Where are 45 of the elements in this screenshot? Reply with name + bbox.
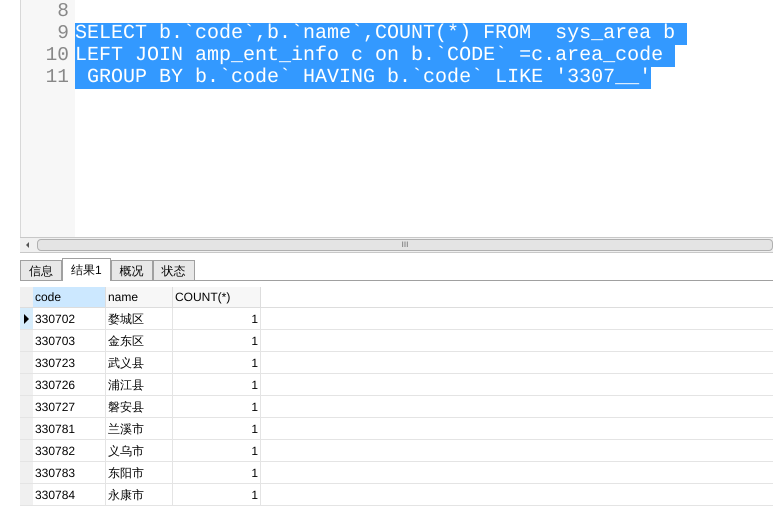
table-cell: 1: [173, 374, 261, 395]
horizontal-scrollbar[interactable]: III: [20, 237, 773, 253]
table-cell: 1: [173, 484, 261, 505]
table-cell: 1: [173, 396, 261, 417]
table-cell: 330784: [33, 484, 106, 505]
corner-cell: [20, 287, 33, 307]
scroll-grip: III: [402, 241, 408, 249]
table-cell: 1: [173, 352, 261, 373]
table-cell: 330726: [33, 374, 106, 395]
column-header[interactable]: code: [33, 287, 106, 307]
column-header[interactable]: COUNT(*): [173, 287, 261, 307]
table-cell: 330783: [33, 462, 106, 483]
table-cell: 婺城区: [106, 308, 173, 329]
column-header[interactable]: name: [106, 287, 173, 307]
table-cell: 浦江县: [106, 374, 173, 395]
table-cell: 义乌市: [106, 440, 173, 461]
result-tab[interactable]: 概况: [110, 260, 153, 280]
table-cell: 1: [173, 330, 261, 351]
line-number: 9: [56, 22, 70, 44]
table-cell: 1: [173, 418, 261, 439]
table-cell: 兰溪市: [106, 418, 173, 439]
table-cell: 永康市: [106, 484, 173, 505]
current-row-icon: [24, 314, 29, 324]
table-cell: 1: [173, 462, 261, 483]
table-cell: 330782: [33, 440, 106, 461]
table-cell: 东阳市: [106, 462, 173, 483]
table-cell: 330702: [33, 308, 106, 329]
table-cell: 330781: [33, 418, 106, 439]
scroll-left-icon[interactable]: [26, 242, 29, 248]
row-header[interactable]: [20, 308, 33, 329]
table-cell: 330703: [33, 330, 106, 351]
table-cell: 1: [173, 440, 261, 461]
result-tab[interactable]: 结果1: [62, 258, 111, 281]
line-number: 8: [56, 0, 70, 22]
scroll-thumb[interactable]: III: [37, 239, 773, 251]
table-cell: 磐安县: [106, 396, 173, 417]
line-number: 10: [44, 44, 70, 66]
result-tab[interactable]: 状态: [152, 260, 195, 280]
table-cell: 1: [173, 308, 261, 329]
line-number: 11: [44, 66, 70, 88]
table-cell: 武义县: [106, 352, 173, 373]
result-tab[interactable]: 信息: [20, 260, 62, 280]
table-cell: 330723: [33, 352, 106, 373]
table-cell: 金东区: [106, 330, 173, 351]
table-cell: 330727: [33, 396, 106, 417]
